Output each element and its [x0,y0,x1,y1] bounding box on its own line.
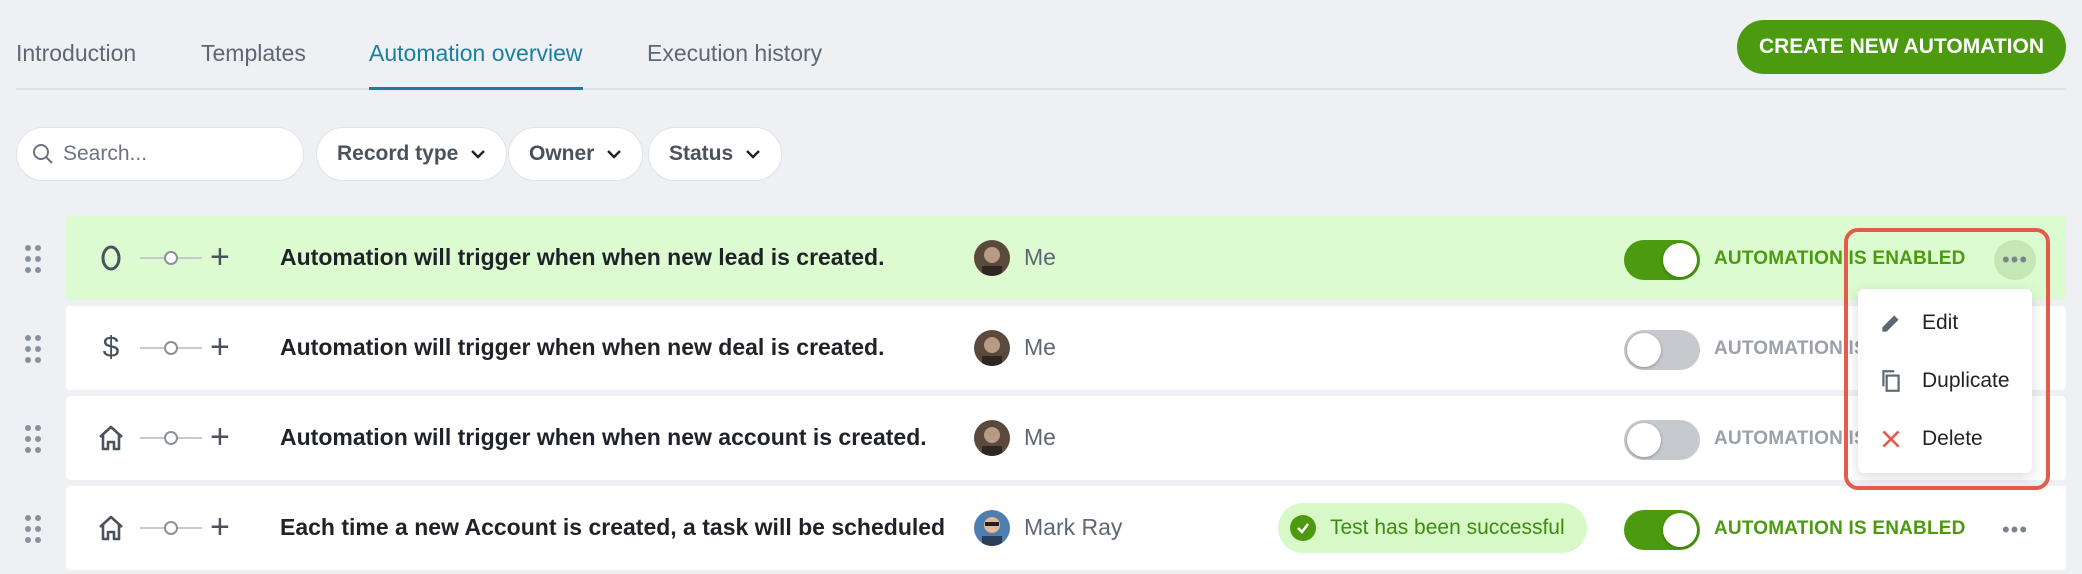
enable-toggle[interactable] [1624,240,1700,280]
drag-handle-icon[interactable] [24,244,42,274]
avatar [974,510,1010,546]
enable-toggle[interactable] [1624,330,1700,370]
home-icon [96,511,126,545]
add-step-icon[interactable]: + [210,510,230,544]
automation-row[interactable]: + Each time a new Account is created, a … [66,486,2066,570]
tab-introduction[interactable]: Introduction [16,40,136,90]
toggle-knob [1663,513,1697,547]
chevron-down-icon [471,150,486,159]
drag-handle-icon[interactable] [24,514,42,544]
tab-automation-overview[interactable]: Automation overview [369,40,583,90]
avatar [974,420,1010,456]
chevron-down-icon [607,150,622,159]
test-status-text: Test has been successful [1330,516,1565,539]
owner-name: Mark Ray [1024,514,1123,540]
search-icon [33,144,53,164]
automation-row[interactable]: + Automation will trigger when when new … [66,396,2066,480]
dollar-icon: $ [102,331,120,364]
drag-handle-icon[interactable] [24,424,42,454]
toggle-knob [1627,333,1661,367]
owner-name: Me [1024,334,1056,360]
owner-name: Me [1024,244,1056,270]
filter-label: Owner [529,142,595,165]
annotation-highlight [1844,228,2050,490]
automation-row[interactable]: $ + Automation will trigger when when ne… [66,306,2066,390]
owner-name: Me [1024,424,1056,450]
enable-toggle[interactable] [1624,510,1700,550]
home-icon [96,421,126,455]
avatar [974,240,1010,276]
toggle-knob [1663,243,1697,277]
automation-row[interactable]: + Automation will trigger when when new … [66,216,2066,300]
node-icon [164,431,178,445]
search-input[interactable] [63,142,283,166]
drag-handle-icon[interactable] [24,334,42,364]
lead-icon [96,241,126,275]
filter-status[interactable]: Status [648,127,783,181]
check-icon [1290,515,1316,541]
more-options-button[interactable]: ••• [1994,510,2036,550]
test-status-badge: Test has been successful [1278,503,1587,553]
filter-label: Record type [337,142,459,165]
avatar [974,330,1010,366]
add-step-icon[interactable]: + [210,240,230,274]
create-new-automation-button[interactable]: CREATE NEW AUTOMATION [1736,20,2066,74]
enable-toggle[interactable] [1624,420,1700,460]
node-icon [164,251,178,265]
add-step-icon[interactable]: + [210,420,230,454]
node-icon [164,521,178,535]
node-icon [164,341,178,355]
chevron-down-icon [746,150,761,159]
filter-label: Status [669,142,734,165]
toggle-knob [1627,423,1661,457]
automation-description: Automation will trigger when when new de… [280,334,885,360]
automation-description: Automation will trigger when when new ac… [280,424,927,450]
automation-description: Automation will trigger when when new le… [280,244,885,270]
status-text: AUTOMATION IS ENABLED [1714,518,1966,539]
filter-record-type[interactable]: Record type [316,127,508,181]
filter-owner[interactable]: Owner [508,127,644,181]
tab-templates[interactable]: Templates [201,40,306,90]
automation-description: Each time a new Account is created, a ta… [280,514,946,540]
search-box[interactable] [16,127,304,181]
tab-execution-history[interactable]: Execution history [647,40,822,90]
add-step-icon[interactable]: + [210,330,230,364]
